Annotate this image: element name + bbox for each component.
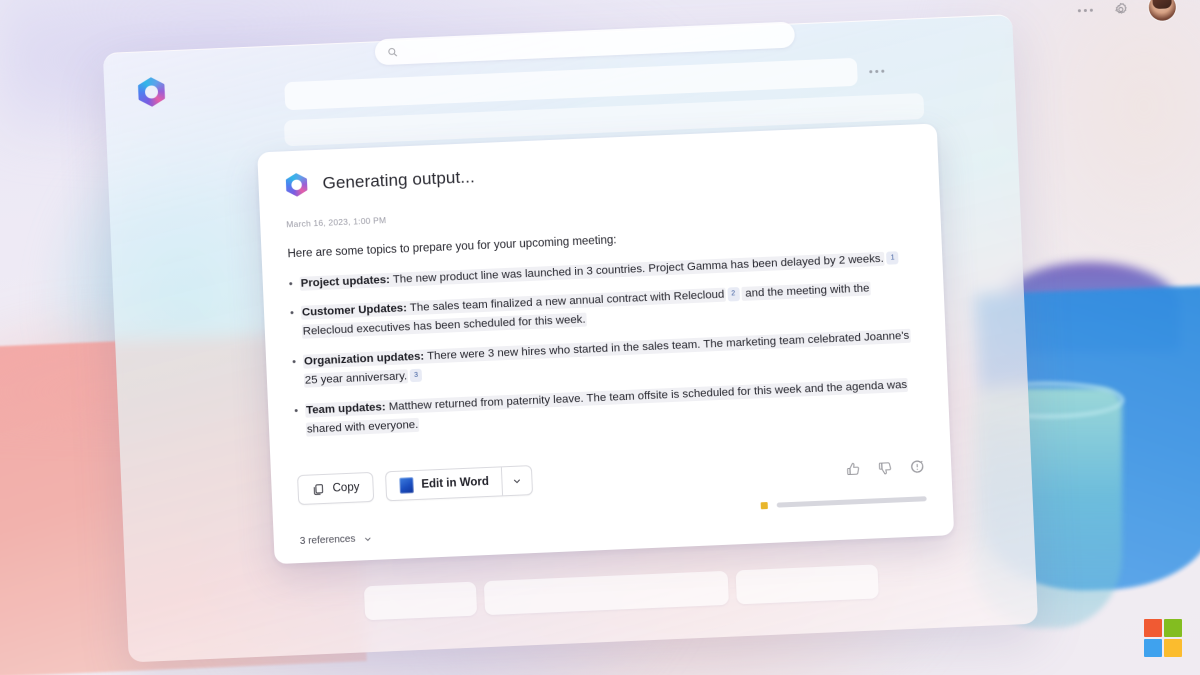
generating-output-card: Generating output... March 16, 2023, 1:0… xyxy=(257,123,955,565)
report-feedback-icon[interactable] xyxy=(909,458,926,475)
reference-chip[interactable]: 1 xyxy=(886,250,899,265)
edit-in-word-button[interactable]: Edit in Word xyxy=(384,466,503,502)
page-title: Generating output... xyxy=(322,167,476,193)
bullet-marker: • xyxy=(288,277,293,290)
copy-button-label: Copy xyxy=(332,481,360,495)
chevron-down-icon xyxy=(514,478,521,483)
references-toggle[interactable]: 3 references xyxy=(300,533,373,547)
microsoft-logo-square-red xyxy=(1144,619,1162,637)
bullet-label: Customer Updates: xyxy=(301,302,408,320)
top-right-controls xyxy=(1077,0,1177,24)
search-icon xyxy=(388,47,398,56)
microsoft-logo-square-blue xyxy=(1144,639,1162,657)
bullet-text: The sales team finalized a new annual co… xyxy=(406,289,725,315)
edit-in-word-split-button: Edit in Word xyxy=(384,465,534,502)
copy-button[interactable]: Copy xyxy=(297,471,375,506)
feedback-controls xyxy=(845,458,926,477)
bullet-marker: • xyxy=(294,404,299,417)
card-action-bar: Copy Edit in Word xyxy=(297,465,534,506)
edit-in-word-label: Edit in Word xyxy=(421,475,490,491)
microsoft-logo xyxy=(1144,619,1182,657)
microsoft-logo-square-green xyxy=(1164,619,1182,637)
thumbs-up-icon[interactable] xyxy=(845,461,862,478)
gear-icon[interactable] xyxy=(1113,1,1130,18)
bullet-text: The new product line was launched in 3 c… xyxy=(389,252,884,286)
progress-indicator-dot xyxy=(760,502,768,510)
bullet-text: Matthew returned from paternity leave. T… xyxy=(306,378,908,436)
edit-in-word-dropdown-button[interactable] xyxy=(501,465,534,497)
bullet-label: Team updates: xyxy=(305,400,386,417)
word-document-icon xyxy=(399,477,414,494)
thumbs-down-icon[interactable] xyxy=(877,460,894,477)
bullet-marker: • xyxy=(291,356,297,369)
reference-chip[interactable]: 2 xyxy=(727,287,740,302)
screenshot-stage: Generating output... March 16, 2023, 1:0… xyxy=(0,0,1200,675)
chevron-down-icon xyxy=(364,537,371,541)
suggestion-chip[interactable] xyxy=(363,581,478,621)
more-options-icon[interactable] xyxy=(1077,8,1093,13)
copilot-icon xyxy=(284,172,309,197)
app-window: Generating output... March 16, 2023, 1:0… xyxy=(82,0,1177,675)
user-avatar[interactable] xyxy=(1148,0,1177,22)
bullet-marker: • xyxy=(289,307,295,320)
card-header: Generating output... xyxy=(284,147,912,198)
bullet-label: Project updates: xyxy=(300,273,391,290)
bullet-label: Organization updates: xyxy=(303,350,425,368)
progress-track xyxy=(776,496,927,508)
microsoft-logo-square-yellow xyxy=(1164,639,1182,657)
generation-progress xyxy=(760,495,927,510)
bullet-list: • Project updates: The new product line … xyxy=(288,248,922,439)
copy-icon xyxy=(313,483,324,495)
reference-chip[interactable]: 3 xyxy=(409,368,423,383)
references-label: 3 references xyxy=(299,533,356,548)
suggestion-chip[interactable] xyxy=(735,564,879,605)
copilot-icon xyxy=(136,76,167,107)
more-options-icon[interactable] xyxy=(869,69,885,73)
